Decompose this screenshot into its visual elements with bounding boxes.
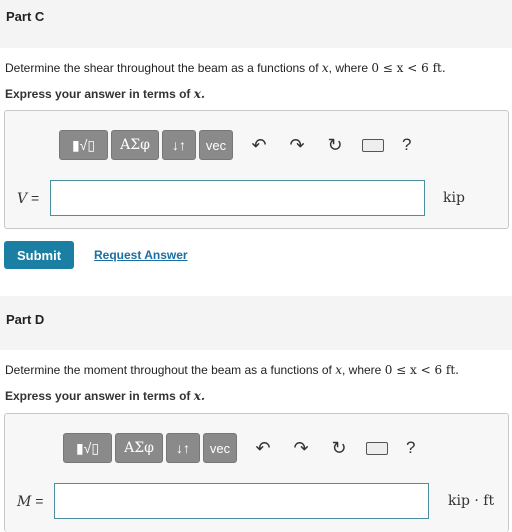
redo-icon[interactable]: ↷ [282, 130, 312, 160]
greek-symbols-button[interactable]: ΑΣφ [115, 433, 163, 463]
part-d-prompt: Determine the moment throughout the beam… [5, 363, 459, 377]
undo-icon[interactable]: ↶ [248, 433, 278, 463]
arrows-button[interactable]: ↓↑ [162, 130, 196, 160]
part-d-toolbar: ▮√▯ ΑΣφ ↓↑ vec ↶ ↷ ↻ ? [63, 433, 415, 463]
part-d-unit: kip · ft [448, 493, 495, 509]
request-answer-link[interactable]: Request Answer [94, 248, 188, 262]
part-c-toolbar: ▮√▯ ΑΣφ ↓↑ vec ↶ ↷ ↻ ? [59, 130, 411, 160]
part-d-answer-box: ▮√▯ ΑΣφ ↓↑ vec ↶ ↷ ↻ ? M = kip · ft [4, 413, 509, 532]
part-c-header: Part C [0, 0, 512, 48]
part-d-instruction: Express your answer in terms of x. [5, 389, 206, 403]
help-icon[interactable]: ? [406, 438, 415, 458]
part-c-answer-box: ▮√▯ ΑΣφ ↓↑ vec ↶ ↷ ↻ ? V = kip [4, 110, 509, 229]
part-c-unit: kip [443, 190, 465, 206]
part-c-variable-label: V = [17, 190, 40, 207]
redo-icon[interactable]: ↷ [286, 433, 316, 463]
templates-button[interactable]: ▮√▯ [59, 130, 108, 160]
keyboard-icon[interactable] [366, 441, 388, 455]
part-d-header: Part D [0, 296, 512, 350]
greek-symbols-button[interactable]: ΑΣφ [111, 130, 159, 160]
vec-button[interactable]: vec [199, 130, 233, 160]
part-c-prompt: Determine the shear throughout the beam … [5, 61, 446, 75]
reset-icon[interactable]: ↻ [320, 130, 350, 160]
vec-button[interactable]: vec [203, 433, 237, 463]
part-c-answer-input[interactable] [50, 180, 425, 216]
reset-icon[interactable]: ↻ [324, 433, 354, 463]
help-icon[interactable]: ? [402, 135, 411, 155]
submit-button[interactable]: Submit [4, 241, 74, 269]
part-d-answer-input[interactable] [54, 483, 429, 519]
part-d-variable-label: M = [17, 493, 44, 510]
part-c-instruction: Express your answer in terms of x. [5, 87, 206, 101]
part-d-title: Part D [6, 312, 45, 327]
templates-button[interactable]: ▮√▯ [63, 433, 112, 463]
part-c-title: Part C [6, 9, 45, 24]
undo-icon[interactable]: ↶ [244, 130, 274, 160]
arrows-button[interactable]: ↓↑ [166, 433, 200, 463]
keyboard-icon[interactable] [362, 138, 384, 152]
